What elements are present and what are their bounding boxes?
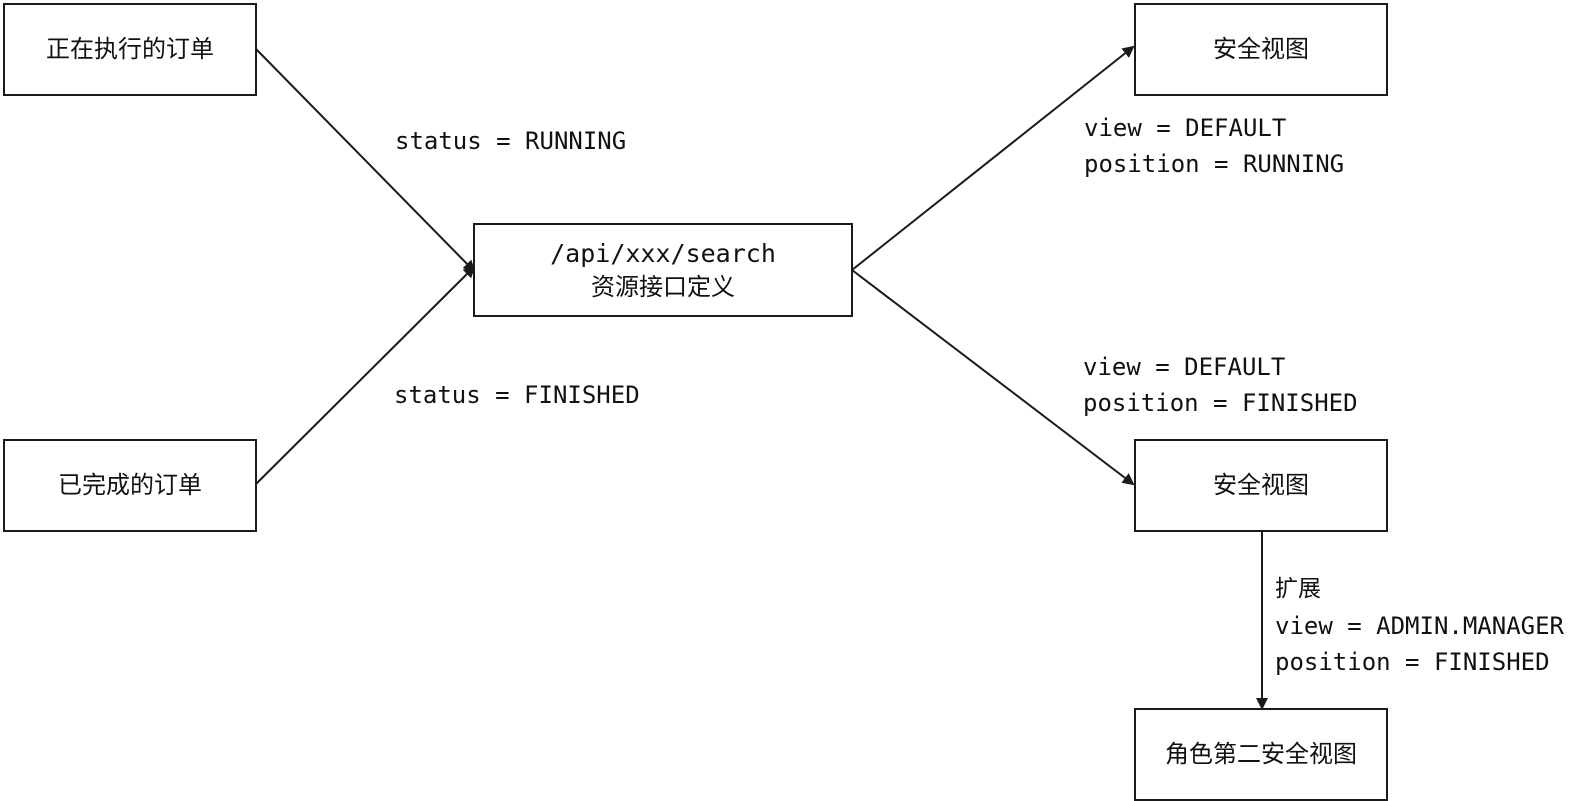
node-role-security-view: 角色第二安全视图 <box>1134 708 1388 801</box>
node-running-orders-label: 正在执行的订单 <box>46 35 214 64</box>
api-endpoint-description: 资源接口定义 <box>591 273 735 302</box>
edge-label-bottom-position: position = FINISHED <box>1083 389 1358 417</box>
edge-running-to-api <box>255 48 476 273</box>
security-view-top-label: 安全视图 <box>1213 35 1309 64</box>
edge-label-top-view: view = DEFAULT <box>1084 114 1287 142</box>
node-security-view-top: 安全视图 <box>1134 3 1388 96</box>
node-api-endpoint: /api/xxx/search 资源接口定义 <box>473 223 853 317</box>
node-finished-orders-label: 已完成的订单 <box>58 471 202 500</box>
node-security-view-bottom: 安全视图 <box>1134 439 1388 532</box>
edge-label-status-finished: status = FINISHED <box>394 381 640 409</box>
role-security-view-label: 角色第二安全视图 <box>1165 740 1357 769</box>
node-finished-orders: 已完成的订单 <box>3 439 257 532</box>
edge-label-bottom-view: view = DEFAULT <box>1083 353 1286 381</box>
edge-label-extend-title: 扩展 <box>1275 576 1321 602</box>
security-view-bottom-label: 安全视图 <box>1213 471 1309 500</box>
diagram-canvas: 正在执行的订单 已完成的订单 /api/xxx/search 资源接口定义 安全… <box>0 0 1592 801</box>
api-endpoint-path: /api/xxx/search <box>550 238 776 268</box>
edge-label-status-running: status = RUNNING <box>395 127 627 155</box>
node-running-orders: 正在执行的订单 <box>3 3 257 96</box>
edge-finished-to-api <box>255 265 476 485</box>
edge-label-extend-position: position = FINISHED <box>1275 648 1550 676</box>
edge-label-extend-view: view = ADMIN.MANAGER <box>1275 612 1564 640</box>
edge-label-top-position: position = RUNNING <box>1084 150 1345 178</box>
